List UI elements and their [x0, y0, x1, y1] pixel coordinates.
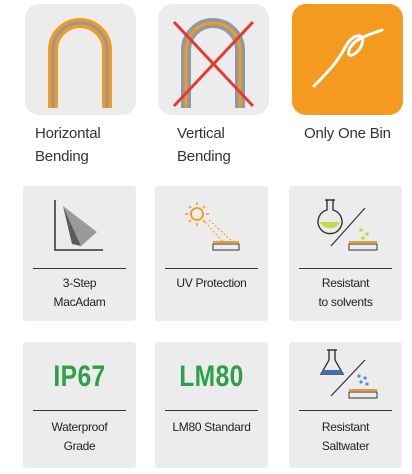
only-one-bin-tile [292, 4, 403, 115]
horizontal-bending-tile [25, 4, 136, 115]
uv-protection-tile: UV Protection [155, 186, 268, 321]
crossed-arch-icon [172, 18, 255, 108]
ip67-label: Waterproof Grade [51, 420, 108, 453]
saltwater-label: Resistant Saltwater [321, 420, 370, 453]
flask-solvent-icon [317, 199, 378, 251]
saltwater-divider [299, 410, 392, 411]
arch-bend-icon [48, 18, 112, 108]
solvents-divider [299, 268, 392, 269]
flask-saltwater-icon [319, 349, 378, 399]
uv-divider [165, 268, 258, 269]
solvents-tile: Resistant to solvents [289, 186, 402, 321]
lm80-divider [165, 410, 258, 411]
vertical-bending-label: Vertical Bending [177, 125, 231, 165]
ip67-divider [33, 410, 126, 411]
lm80-badge: LM80 [179, 360, 244, 393]
macadam-ellipse-icon [54, 200, 103, 251]
vertical-bending-tile [158, 4, 269, 115]
only-one-bin-label: Only One Bin [304, 125, 391, 142]
lm80-label: LM80 Standard [172, 420, 251, 434]
solvents-label: Resistant to solvents [318, 276, 373, 309]
ip67-badge: IP67 [53, 360, 106, 393]
uv-label: UV Protection [176, 276, 247, 290]
horizontal-bending-label: Horizontal Bending [35, 125, 101, 165]
lm80-tile: LM80 LM80 Standard [155, 342, 268, 468]
sun-uv-icon [185, 202, 240, 251]
saltwater-tile: Resistant Saltwater [289, 342, 402, 468]
macadam-label: 3-Step MacAdam [53, 276, 106, 309]
ip67-tile: IP67 Waterproof Grade [23, 342, 136, 468]
macadam-divider [33, 268, 126, 269]
macadam-tile: 3-Step MacAdam [23, 186, 136, 321]
light-curve-icon [312, 28, 384, 88]
